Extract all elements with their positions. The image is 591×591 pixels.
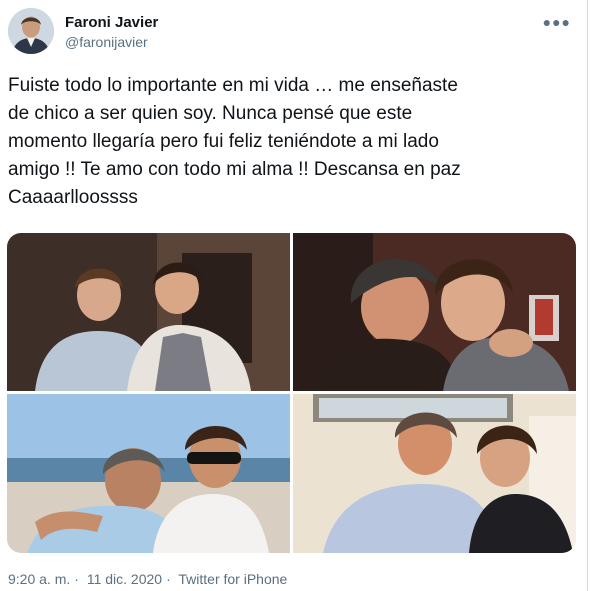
author-handle[interactable]: @faronijavier bbox=[65, 34, 148, 50]
photo-3[interactable] bbox=[7, 394, 290, 553]
tweet-time[interactable]: 9:20 a. m. bbox=[8, 571, 70, 587]
tweet-date[interactable]: 11 dic. 2020 bbox=[87, 571, 162, 587]
tweet-text: Fuiste todo lo importante en mi vida … m… bbox=[8, 75, 461, 208]
photo-1[interactable] bbox=[7, 233, 290, 391]
photo-4[interactable] bbox=[293, 394, 576, 553]
tweet-card: Faroni Javier @faronijavier ●●● Fuiste t… bbox=[0, 0, 588, 591]
tweet-meta: 9:20 a. m. · 11 dic. 2020 · Twitter for iP… bbox=[8, 571, 291, 587]
meta-separator: · bbox=[166, 571, 171, 587]
meta-separator: · bbox=[74, 571, 79, 587]
author-name[interactable]: Faroni Javier bbox=[65, 14, 158, 31]
media-grid bbox=[7, 233, 576, 553]
avatar[interactable] bbox=[8, 8, 54, 54]
photo-2[interactable] bbox=[293, 233, 576, 391]
more-options-icon[interactable]: ●●● bbox=[543, 14, 571, 30]
tweet-source[interactable]: Twitter for iPhone bbox=[178, 571, 287, 587]
